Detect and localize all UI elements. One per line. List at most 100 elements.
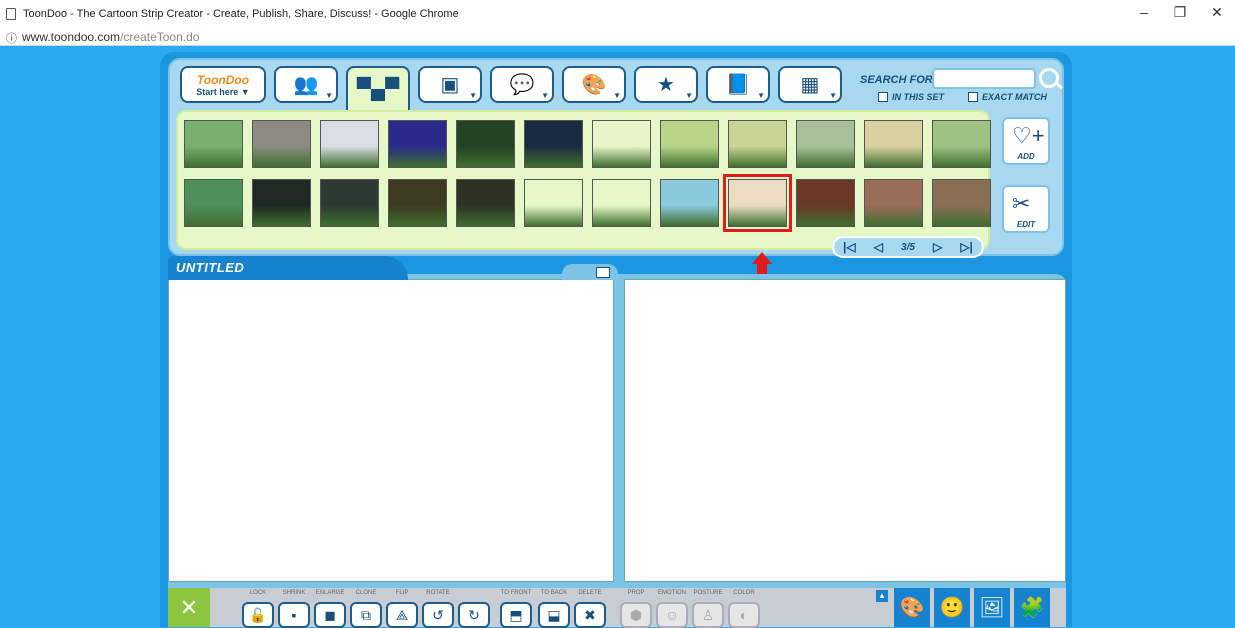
background-thumbnail[interactable] [796,179,855,227]
tab-backgrounds[interactable]: ▀▄▀ [346,66,410,110]
people-icon: 👥 [293,73,319,96]
background-thumbnail[interactable] [388,179,447,227]
background-thumbnail[interactable] [660,179,719,227]
easel-icon: 🎨 [581,73,607,96]
exact-match-checkbox[interactable]: EXACT MATCH [968,92,1047,102]
start-here-button[interactable]: ToonDoo Start here ▼ [180,66,266,103]
tab-props[interactable]: ▣ ▼ [418,66,482,103]
first-page-icon[interactable]: |◁ [843,240,856,254]
address-bar[interactable]: ⓘ www.toondoo.com/createToon.do [0,29,1235,46]
tab-characters[interactable]: 👥 ▼ [274,66,338,103]
background-thumbnail[interactable] [184,179,243,227]
search-input[interactable] [932,68,1036,89]
tool-icon[interactable]: ☺ [656,602,688,628]
tool-icon[interactable]: ↻ [458,602,490,628]
tool-icon[interactable]: ⧉ [350,602,382,628]
background-thumbnail[interactable] [252,120,311,168]
tool-icon[interactable]: ▪ [278,602,310,628]
tools-icon[interactable]: ✕ [168,588,210,627]
scissors-icon: ✂ [1012,191,1031,216]
tab-books[interactable]: 📘 ▼ [706,66,770,103]
background-thumbnail[interactable] [932,120,991,168]
panel-layout-tab[interactable] [562,264,618,280]
palette-icon[interactable]: 🎨 [894,588,930,627]
puzzle-icon[interactable]: 🧩 [1014,588,1050,627]
add-label: ADD [1017,152,1035,161]
tool-icon[interactable]: ♙ [692,602,724,628]
tool-icon[interactable]: ✖ [574,602,606,628]
toondoo-app: ToonDoo Start here ▼ 👥 ▼ ▀▄▀ ▣ ▼ 💬 ▼ 🎨 ▼ ★ ▼ … [160,52,1072,628]
last-page-icon[interactable]: ▷| [960,240,973,254]
restore-button[interactable]: ❐ [1170,4,1190,21]
background-thumbnail[interactable] [456,120,515,168]
background-thumbnail[interactable] [723,174,792,232]
background-thumbnail[interactable] [932,179,991,227]
comic-panel-1[interactable] [168,279,614,582]
page-icon [6,8,16,20]
exact-match-label: EXACT MATCH [982,92,1047,102]
book-icon: 📘 [725,73,751,96]
in-this-set-label: IN THIS SET [892,92,945,102]
background-thumbnail[interactable] [864,120,923,168]
background-thumbnails [176,110,991,250]
search-label: SEARCH FOR [860,74,933,86]
url-domain: www.toondoo.com [22,30,121,44]
tool-icon[interactable]: ◼ [314,602,346,628]
prev-page-icon[interactable]: ◁ [874,240,883,254]
edit-button[interactable]: ✂ EDIT [1002,185,1050,233]
background-thumbnail[interactable] [592,120,651,168]
stars-icon: ★ [657,73,675,96]
close-button[interactable]: ✕ [1207,4,1227,21]
background-thumbnail[interactable] [796,120,855,168]
search-icon[interactable] [1039,68,1059,88]
background-thumbnail[interactable] [524,120,583,168]
background-thumbnail[interactable] [728,120,787,168]
box-icon: ▣ [440,73,460,96]
strip-title-tab[interactable]: UNTITLED [168,256,408,280]
checkbox-box[interactable] [878,92,888,102]
info-icon[interactable]: ⓘ [6,30,17,46]
background-thumbnail[interactable] [388,120,447,168]
tool-icon[interactable]: ⬢ [620,602,652,628]
background-thumbnail[interactable] [660,120,719,168]
url-text[interactable]: www.toondoo.com/createToon.do [22,30,199,44]
comic-panel-2[interactable] [624,279,1066,582]
page-indicator: 3/5 [901,241,915,253]
pointer-arrow-stem [757,263,767,274]
tab-speech[interactable]: 💬 ▼ [490,66,554,103]
background-thumbnail[interactable] [320,120,379,168]
photo-icon[interactable]: 🖼 [974,588,1010,627]
background-thumbnail[interactable] [524,179,583,227]
tab-layouts[interactable]: ▦ ▼ [778,66,842,103]
minimize-button[interactable]: – [1134,4,1154,20]
background-thumbnail[interactable] [184,120,243,168]
tool-icon[interactable]: ↺ [422,602,454,628]
background-thumbnail[interactable] [252,179,311,227]
toondoo-logo: ToonDoo [196,72,250,87]
edit-label: EDIT [1016,220,1036,229]
background-thumbnail[interactable] [320,179,379,227]
comic-canvas [168,274,1066,588]
expand-up-icon[interactable]: ▲ [876,590,888,602]
background-thumbnail[interactable] [592,179,651,227]
background-thumbnail[interactable] [456,179,515,227]
pager: |◁ ◁ 3/5 ▷ ▷| [832,236,984,258]
skyline-icon: ▀▄▀ [356,78,400,100]
checkbox-box[interactable] [968,92,978,102]
library-panel: ToonDoo Start here ▼ 👥 ▼ ▀▄▀ ▣ ▼ 💬 ▼ 🎨 ▼ ★ ▼ … [168,58,1064,274]
background-thumbnail[interactable] [864,179,923,227]
start-here-label: Start here ▼ [196,86,250,97]
tab-special[interactable]: ★ ▼ [634,66,698,103]
add-button[interactable]: ♡+ ADD [1002,117,1050,165]
tool-icon[interactable]: 🔓 [242,602,274,628]
tool-icon[interactable]: ⬓ [538,602,570,628]
next-page-icon[interactable]: ▷ [933,240,942,254]
face-icon[interactable]: 🙂 [934,588,970,627]
tool-icon[interactable]: ◐ [728,602,760,628]
url-path: /createToon.do [120,30,200,44]
in-this-set-checkbox[interactable]: IN THIS SET [878,92,944,102]
bottom-toolbar: ✕ ▲ LOCK 🔓 SHRINK ▪ ENLARGE ◼ CLONE ⧉ FLIP ⟁ ROTAT… [168,588,1066,628]
tool-icon[interactable]: ⟁ [386,602,418,628]
tab-scenes[interactable]: 🎨 ▼ [562,66,626,103]
tool-icon[interactable]: ⬒ [500,602,532,628]
